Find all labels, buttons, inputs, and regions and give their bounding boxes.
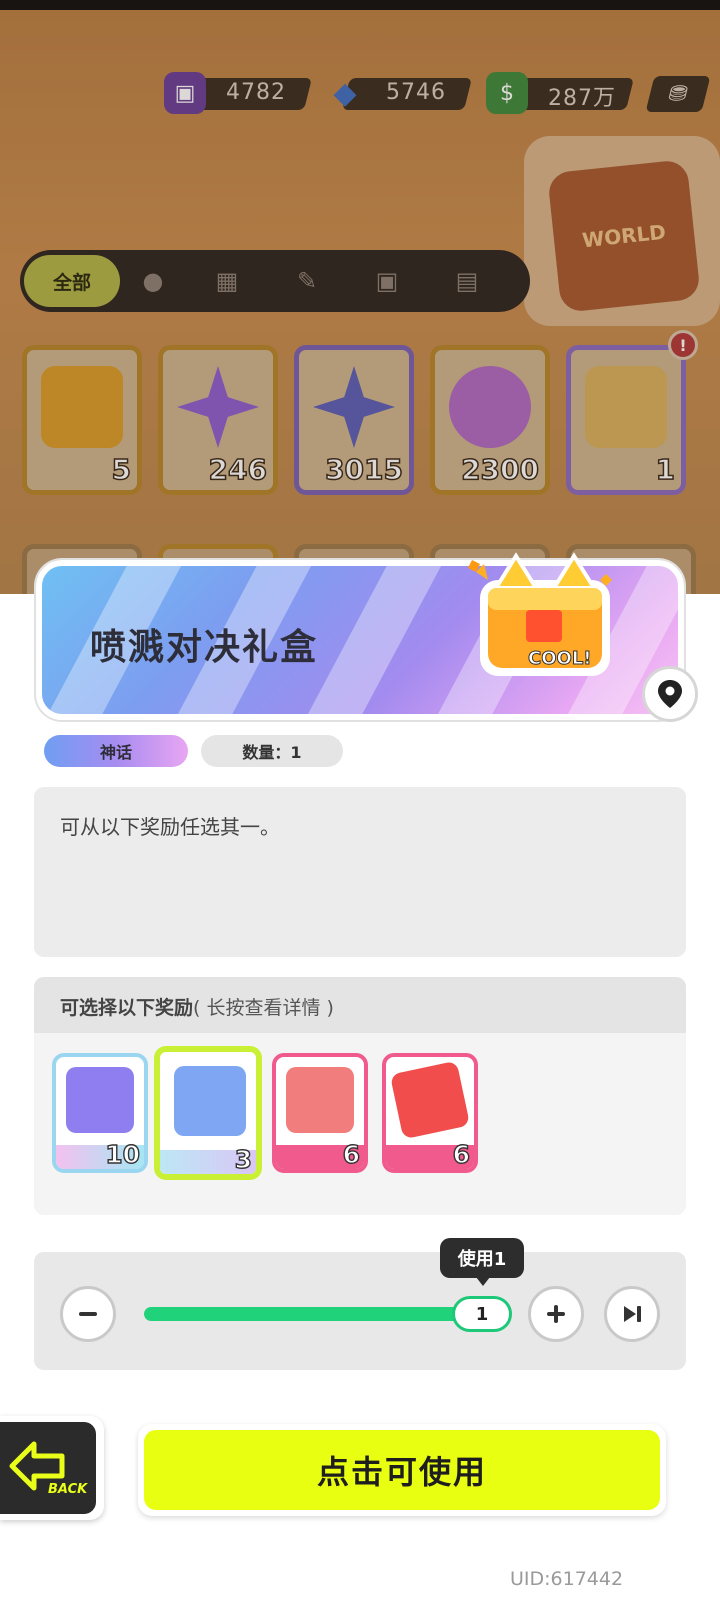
use-button[interactable]: 点击可使用: [138, 1424, 666, 1516]
description-text: 可从以下奖励任选其一。: [60, 815, 280, 839]
slider-fill: [144, 1307, 488, 1321]
gift-box-icon: COOL!: [468, 552, 612, 676]
person-icon[interactable]: ●: [136, 264, 170, 298]
background-scene: ▣ 4782 ◆ 5746 $ 287万 ⛃ WORLD 全部 ● ▦ ✎ ▣ …: [0, 0, 720, 594]
max-button[interactable]: [604, 1286, 660, 1342]
locate-button[interactable]: [642, 666, 698, 722]
slider-thumb[interactable]: 1: [452, 1296, 512, 1332]
currency-paint[interactable]: ▣ 4782: [164, 72, 314, 114]
use-button-label: 点击可使用: [144, 1430, 660, 1510]
currency-cash[interactable]: $ 287万: [486, 72, 636, 114]
gift-icon: ⛃: [665, 81, 691, 107]
box-icon[interactable]: ▦: [210, 264, 244, 298]
world-suitcase-icon: WORLD: [547, 159, 701, 313]
item-count: 246: [208, 452, 268, 487]
ticket-icon: [286, 1067, 354, 1133]
reward-title: 可选择以下奖励( 长按查看详情 ): [60, 997, 334, 1019]
cool-badge-icon: [449, 366, 531, 448]
skip-to-max-icon: [624, 1306, 641, 1322]
ticket-icon: [174, 1066, 246, 1136]
currency-value: 287万: [548, 86, 616, 111]
inventory-item[interactable]: 1: [566, 345, 686, 495]
filter-bar: 全部 ● ▦ ✎ ▣ ▤: [20, 250, 530, 312]
description-box: 可从以下奖励任选其一。: [34, 787, 686, 957]
decrease-button[interactable]: [60, 1286, 116, 1342]
reward-option-selected[interactable]: 3: [154, 1046, 262, 1180]
pen-icon[interactable]: ✎: [290, 264, 324, 298]
quantity-slider-track[interactable]: [144, 1307, 488, 1321]
item-name: 喷溅对决礼盒: [90, 627, 319, 668]
card-icon[interactable]: ▣: [370, 264, 404, 298]
world-event-card[interactable]: WORLD: [524, 136, 720, 326]
status-bar: [0, 0, 720, 10]
currency-value: 4782: [226, 80, 286, 105]
item-count: 1: [655, 452, 676, 487]
reward-subtitle: ( 长按查看详情 ): [193, 997, 334, 1019]
ticket-icon: [41, 366, 123, 448]
inventory-item[interactable]: 3015: [294, 345, 414, 495]
reward-count: 3: [234, 1144, 253, 1174]
go-cube-icon: [389, 1060, 471, 1140]
book-icon[interactable]: ▤: [450, 264, 484, 298]
blue-star-icon: [313, 366, 395, 448]
currency-diamond[interactable]: ◆ 5746: [324, 72, 474, 114]
inventory-item[interactable]: 2300: [430, 345, 550, 495]
reward-header: 可选择以下奖励( 长按查看详情 ): [34, 977, 686, 1033]
alert-icon: !: [668, 330, 698, 360]
quantity-badge: 数量：1: [201, 735, 343, 767]
minus-icon: [79, 1312, 97, 1316]
cash-icon: $: [486, 72, 528, 114]
paint-bucket-icon: ▣: [164, 72, 206, 114]
diamond-icon: ◆: [333, 75, 357, 111]
item-count: 5: [111, 452, 132, 487]
use-count-tooltip: 使用1: [440, 1238, 524, 1286]
reward-option[interactable]: 6: [272, 1053, 368, 1173]
back-button[interactable]: BACK: [0, 1416, 104, 1520]
inventory-item[interactable]: 5: [22, 345, 142, 495]
reward-option[interactable]: 6: [382, 1053, 478, 1173]
rainbow-star-icon: [177, 366, 259, 448]
rarity-badge: 神话: [44, 735, 188, 767]
gift-box-icon: [585, 366, 667, 448]
user-id: UID:617442: [510, 1568, 624, 1590]
reward-count: 10: [105, 1139, 141, 1169]
reward-option[interactable]: 10: [52, 1053, 148, 1173]
location-pin-icon: [658, 680, 682, 708]
plus-icon: [547, 1305, 565, 1323]
filter-tab-all[interactable]: 全部: [24, 255, 120, 307]
increase-button[interactable]: [528, 1286, 584, 1342]
item-count: 2300: [460, 452, 539, 487]
back-label: BACK: [48, 1482, 88, 1497]
item-count: 3015: [324, 452, 403, 487]
gift-label: COOL!: [528, 648, 592, 669]
currency-value: 5746: [386, 80, 446, 105]
inventory-item[interactable]: 246: [158, 345, 278, 495]
ticket-icon: [66, 1067, 134, 1133]
reward-count: 6: [342, 1139, 361, 1169]
shop-gift-button[interactable]: ⛃: [645, 76, 711, 112]
reward-count: 6: [452, 1139, 471, 1169]
